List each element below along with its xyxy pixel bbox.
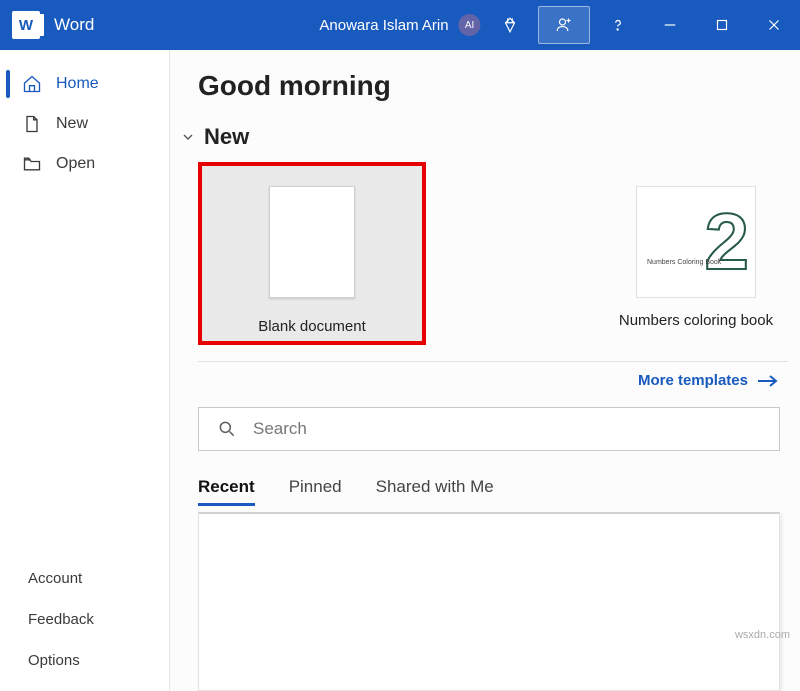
sidebar-item-label: Account xyxy=(28,570,82,587)
recent-tabs: Recent Pinned Shared with Me xyxy=(198,477,788,506)
arrow-right-icon xyxy=(756,374,780,388)
sidebar-item-label: New xyxy=(56,115,88,133)
sidebar-item-open[interactable]: Open xyxy=(0,144,169,184)
sidebar-bottom: Account Feedback Options xyxy=(0,558,169,691)
sidebar-item-label: Open xyxy=(56,155,95,173)
chevron-down-icon xyxy=(180,129,196,145)
home-icon xyxy=(22,74,42,94)
template-thumbnail: Numbers Coloring Book 2 xyxy=(636,186,756,298)
more-templates-link[interactable]: More templates xyxy=(198,372,788,389)
sidebar-item-label: Options xyxy=(28,652,80,669)
body: Home New Open Account Feedback Options xyxy=(0,50,800,691)
tab-pinned[interactable]: Pinned xyxy=(289,477,342,506)
tab-recent[interactable]: Recent xyxy=(198,477,255,506)
sidebar-item-home[interactable]: Home xyxy=(0,64,169,104)
tab-shared-with-me[interactable]: Shared with Me xyxy=(376,477,494,506)
thumb-small-text: Numbers Coloring Book xyxy=(647,259,721,267)
user-name: Anowara Islam Arin xyxy=(319,17,448,34)
titlebar-actions xyxy=(484,0,800,50)
template-numbers-coloring-book[interactable]: Numbers Coloring Book 2 Numbers coloring… xyxy=(616,162,776,329)
template-blank-document[interactable]: Blank document xyxy=(198,162,426,345)
user-avatar: AI xyxy=(459,14,481,36)
sidebar-item-feedback[interactable]: Feedback xyxy=(0,599,169,640)
sidebar-item-label: Home xyxy=(56,75,99,93)
word-start-window: W Word Anowara Islam Arin AI xyxy=(0,0,800,691)
search-box[interactable] xyxy=(198,407,780,451)
templates-row: Blank document Numbers Coloring Book 2 N… xyxy=(198,162,788,345)
template-thumbnail xyxy=(269,186,355,298)
template-label: Blank document xyxy=(258,318,366,335)
sidebar-item-label: Feedback xyxy=(28,611,94,628)
sidebar: Home New Open Account Feedback Options xyxy=(0,50,170,691)
premium-icon[interactable] xyxy=(484,0,536,50)
search-input[interactable] xyxy=(253,419,761,439)
sidebar-item-new[interactable]: New xyxy=(0,104,169,144)
greeting-heading: Good morning xyxy=(198,70,788,102)
section-new-header[interactable]: New xyxy=(180,124,788,150)
sidebar-item-account[interactable]: Account xyxy=(0,558,169,599)
search-icon xyxy=(217,419,237,439)
close-button[interactable] xyxy=(748,0,800,50)
sidebar-item-options[interactable]: Options xyxy=(0,640,169,681)
divider xyxy=(198,361,788,362)
app-title: Word xyxy=(54,15,94,35)
coming-soon-icon[interactable] xyxy=(538,6,590,44)
thumb-number: 2 xyxy=(705,206,750,278)
main-panel: Good morning New Blank document Numbers … xyxy=(170,50,800,691)
new-doc-icon xyxy=(22,114,42,134)
watermark: wsxdn.com xyxy=(735,629,790,641)
help-icon[interactable] xyxy=(592,0,644,50)
recent-documents-panel xyxy=(198,512,780,691)
maximize-button[interactable] xyxy=(696,0,748,50)
template-label: Numbers coloring book xyxy=(619,312,773,329)
section-title: New xyxy=(204,124,249,150)
word-app-icon: W xyxy=(12,11,40,39)
open-folder-icon xyxy=(22,154,42,174)
titlebar: W Word Anowara Islam Arin AI xyxy=(0,0,800,50)
user-account-area[interactable]: Anowara Islam Arin AI xyxy=(319,14,480,36)
minimize-button[interactable] xyxy=(644,0,696,50)
more-templates-label: More templates xyxy=(638,372,748,389)
